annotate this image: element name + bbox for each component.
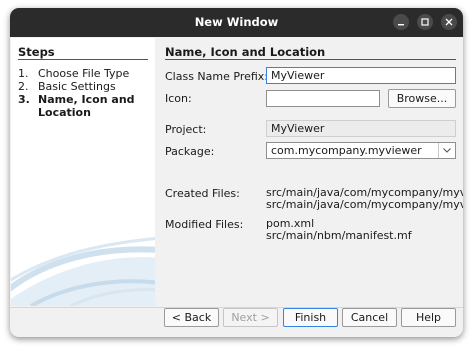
maximize-button[interactable] [417,14,433,30]
package-dropdown-toggle[interactable] [438,143,455,158]
help-button[interactable]: Help [401,308,456,327]
modified-files-list: pom.xml src/main/nbm/manifest.mf [266,218,463,242]
created-files-list: src/main/java/com/mycompany/myviewer/ sr… [266,187,463,211]
steps-divider [18,59,148,60]
step-label: Basic Settings [38,80,116,93]
step-label: Choose File Type [38,67,130,80]
section-divider [165,59,456,60]
cancel-button[interactable]: Cancel [342,308,397,327]
package-value: com.mycompany.myviewer [271,144,422,157]
steps-panel: Steps 1. Choose File Type 2. Basic Setti… [11,38,155,306]
title-bar[interactable]: New Window [10,8,463,37]
created-file-path: src/main/java/com/mycompany/myviewer/ [266,198,463,211]
icon-label: Icon: [165,92,192,105]
project-field: MyViewer [266,120,456,137]
step-number: 3. [18,93,30,106]
icon-path-input[interactable] [266,90,380,107]
new-window-dialog: New Window Steps 1. Choose File Type 2. … [10,8,463,337]
finish-button[interactable]: Finish [283,308,338,327]
back-button[interactable]: < Back [164,308,219,327]
steps-title: Steps [18,45,55,59]
package-label: Package: [165,145,215,158]
modified-file-path: src/main/nbm/manifest.mf [266,229,412,242]
next-button[interactable]: Next > [223,308,278,327]
project-label: Project: [165,123,207,136]
section-title: Name, Icon and Location [165,45,326,59]
step-number: 2. [18,80,29,93]
created-files-label: Created Files: [165,187,240,200]
step-label: Name, Icon and Location [38,93,135,119]
class-name-prefix-label: Class Name Prefix: [165,70,269,83]
package-combobox[interactable]: com.mycompany.myviewer [266,142,456,159]
minimize-icon [398,24,404,26]
chevron-down-icon [443,148,451,153]
step-number: 1. [18,67,29,80]
maximize-icon [421,18,429,26]
class-name-prefix-input[interactable]: MyViewer [266,67,456,84]
close-button[interactable] [441,14,457,30]
minimize-button[interactable] [393,14,409,30]
browse-button[interactable]: Browse... [388,89,456,108]
modified-files-label: Modified Files: [165,218,244,231]
close-icon [445,18,453,26]
